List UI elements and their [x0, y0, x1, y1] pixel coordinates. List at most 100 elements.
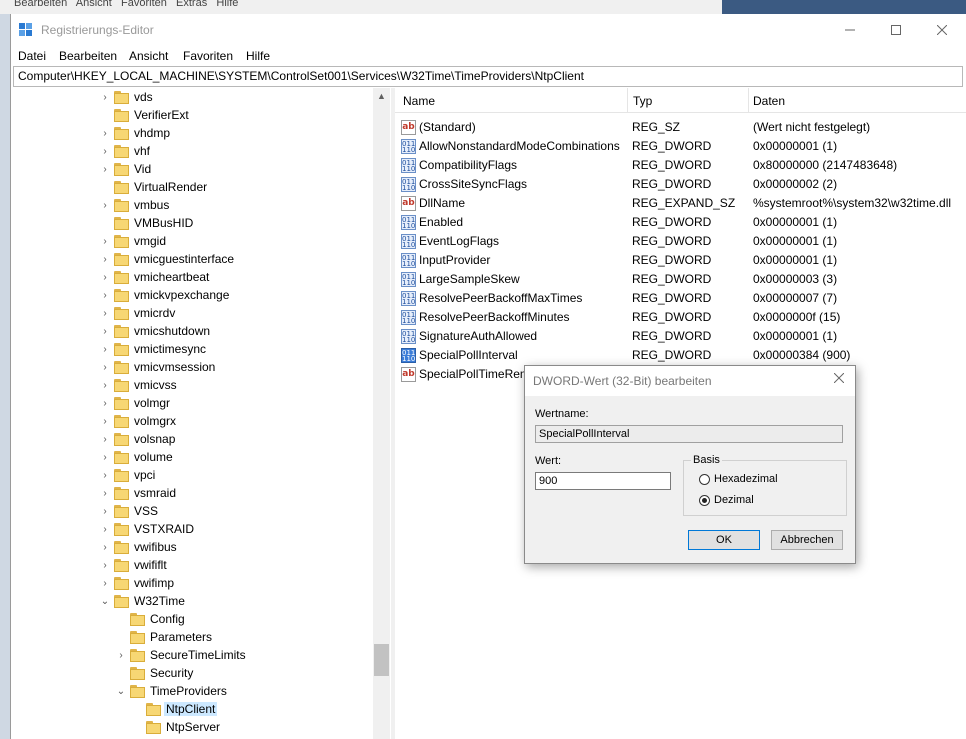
chevron-right-icon[interactable]: ›	[100, 578, 110, 590]
ok-button[interactable]: OK	[688, 530, 760, 550]
tree-item[interactable]: Parameters	[11, 629, 371, 647]
tree-item[interactable]: Security	[11, 665, 371, 683]
title-bar[interactable]: Registrierungs-Editor	[11, 14, 966, 46]
menu-datei[interactable]: Datei	[15, 48, 49, 64]
address-bar[interactable]: Computer\HKEY_LOCAL_MACHINE\SYSTEM\Contr…	[13, 66, 963, 87]
menu-ansicht[interactable]: Ansicht	[126, 48, 171, 64]
value-row[interactable]: 011 110 CompatibilityFlags REG_DWORD 0x8000…	[395, 156, 966, 175]
chevron-right-icon[interactable]: ›	[100, 308, 110, 320]
chevron-right-icon[interactable]: ›	[100, 236, 110, 248]
tree-item[interactable]: VerifierExt	[11, 107, 371, 125]
value-row[interactable]: 011 110 Enabled REG_DWORD 0x00000001 (1)	[395, 213, 966, 232]
chevron-right-icon[interactable]: ›	[100, 326, 110, 338]
chevron-right-icon[interactable]: ›	[100, 344, 110, 356]
chevron-down-icon[interactable]: ⌄	[116, 686, 126, 698]
tree-item[interactable]: › vmicvmsession	[11, 359, 371, 377]
maximize-button[interactable]	[873, 14, 919, 46]
value-row[interactable]: 011 110 SpecialPollInterval REG_DWORD 0x000…	[395, 346, 966, 365]
tree-item[interactable]: › volmgr	[11, 395, 371, 413]
chevron-right-icon[interactable]: ›	[100, 470, 110, 482]
chevron-right-icon[interactable]: ›	[100, 290, 110, 302]
value-row[interactable]: 011 110 ResolvePeerBackoffMaxTimes REG_DWO…	[395, 289, 966, 308]
menu-favoriten[interactable]: Favoriten	[180, 48, 236, 64]
hexadecimal-label[interactable]: Hexadezimal	[714, 473, 778, 485]
tree-item[interactable]: NtpClient	[11, 701, 371, 719]
tree-item[interactable]: › vmicheartbeat	[11, 269, 371, 287]
tree-scrollbar[interactable]: ▲	[373, 88, 390, 739]
value-row[interactable]: 011 110 ResolvePeerBackoffMinutes REG_DWOR…	[395, 308, 966, 327]
tree-item[interactable]: › SecureTimeLimits	[11, 647, 371, 665]
chevron-right-icon[interactable]: ›	[116, 650, 126, 662]
tree-item[interactable]: › VSS	[11, 503, 371, 521]
chevron-down-icon[interactable]: ⌄	[100, 596, 110, 608]
value-row[interactable]: 011 110 EventLogFlags REG_DWORD 0x00000001 …	[395, 232, 966, 251]
chevron-right-icon[interactable]: ›	[100, 164, 110, 176]
close-button[interactable]	[919, 14, 965, 46]
value-row[interactable]: ab (Standard) REG_SZ (Wert nicht festgelegt…	[395, 118, 966, 137]
tree-item[interactable]: NtpServer	[11, 719, 371, 737]
column-separator[interactable]	[748, 88, 749, 112]
chevron-right-icon[interactable]: ›	[100, 200, 110, 212]
tree-item[interactable]: › vmbus	[11, 197, 371, 215]
chevron-right-icon[interactable]: ›	[100, 146, 110, 158]
tree-item[interactable]: › vwifimp	[11, 575, 371, 593]
tree-item[interactable]: ⌄ W32Time	[11, 593, 371, 611]
value-row[interactable]: 011 110 InputProvider REG_DWORD 0x00000001 …	[395, 251, 966, 270]
value-row[interactable]: 011 110 AllowNonstandardModeCombinations R…	[395, 137, 966, 156]
tree-item[interactable]: › vmicguestinterface	[11, 251, 371, 269]
hexadecimal-radio[interactable]	[699, 474, 710, 485]
chevron-right-icon[interactable]: ›	[100, 128, 110, 140]
scroll-up-arrow-icon[interactable]: ▲	[373, 88, 390, 105]
value-row[interactable]: ab DllName REG_EXPAND_SZ %systemroot%\syste…	[395, 194, 966, 213]
decimal-radio[interactable]	[699, 495, 710, 506]
tree-item[interactable]: › vmicrdv	[11, 305, 371, 323]
chevron-right-icon[interactable]: ›	[100, 488, 110, 500]
key-tree[interactable]: › vds VerifierExt › vhdmp › vhf › Vid VirtualRend…	[11, 88, 391, 739]
chevron-right-icon[interactable]: ›	[100, 506, 110, 518]
value-row[interactable]: 011 110 LargeSampleSkew REG_DWORD 0x0000000…	[395, 270, 966, 289]
tree-item[interactable]: ⌄ TimeProviders	[11, 683, 371, 701]
tree-item[interactable]: › vwifibus	[11, 539, 371, 557]
tree-item[interactable]: › vhf	[11, 143, 371, 161]
tree-item[interactable]: Config	[11, 611, 371, 629]
tree-item[interactable]: › vds	[11, 89, 371, 107]
chevron-right-icon[interactable]: ›	[100, 524, 110, 536]
tree-item[interactable]: › volmgrx	[11, 413, 371, 431]
scrollbar-thumb[interactable]	[374, 644, 389, 676]
chevron-right-icon[interactable]: ›	[100, 560, 110, 572]
chevron-right-icon[interactable]: ›	[100, 452, 110, 464]
tree-item[interactable]: › vpci	[11, 467, 371, 485]
value-row[interactable]: 011 110 CrossSiteSyncFlags REG_DWORD 0x0000…	[395, 175, 966, 194]
chevron-right-icon[interactable]: ›	[100, 92, 110, 104]
chevron-right-icon[interactable]: ›	[100, 542, 110, 554]
chevron-right-icon[interactable]: ›	[100, 398, 110, 410]
value-row[interactable]: 011 110 SignatureAuthAllowed REG_DWORD 0x00…	[395, 327, 966, 346]
tree-item[interactable]: › vmicshutdown	[11, 323, 371, 341]
tree-item[interactable]: › vsmraid	[11, 485, 371, 503]
column-separator[interactable]	[627, 88, 628, 112]
chevron-right-icon[interactable]: ›	[100, 416, 110, 428]
tree-item[interactable]: › vmictimesync	[11, 341, 371, 359]
tree-item[interactable]: VirtualRender	[11, 179, 371, 197]
tree-item[interactable]: › volume	[11, 449, 371, 467]
chevron-right-icon[interactable]: ›	[100, 434, 110, 446]
minimize-button[interactable]	[827, 14, 873, 46]
tree-item[interactable]: VMBusHID	[11, 215, 371, 233]
tree-item[interactable]: › volsnap	[11, 431, 371, 449]
tree-item[interactable]: › vmickvpexchange	[11, 287, 371, 305]
chevron-right-icon[interactable]: ›	[100, 362, 110, 374]
chevron-right-icon[interactable]: ›	[100, 254, 110, 266]
column-header-name[interactable]: Name	[403, 94, 435, 108]
value-data-input[interactable]: 900	[535, 472, 671, 490]
tree-item[interactable]: › vmicvss	[11, 377, 371, 395]
column-header-data[interactable]: Daten	[753, 94, 785, 108]
column-header-type[interactable]: Typ	[633, 94, 652, 108]
menu-bearbeiten[interactable]: Bearbeiten	[56, 48, 120, 64]
tree-item[interactable]: › vmgid	[11, 233, 371, 251]
tree-item[interactable]: › vwififlt	[11, 557, 371, 575]
tree-item[interactable]: › vhdmp	[11, 125, 371, 143]
tree-item[interactable]: › Vid	[11, 161, 371, 179]
chevron-right-icon[interactable]: ›	[100, 272, 110, 284]
menu-hilfe[interactable]: Hilfe	[243, 48, 273, 64]
decimal-label[interactable]: Dezimal	[714, 494, 754, 506]
